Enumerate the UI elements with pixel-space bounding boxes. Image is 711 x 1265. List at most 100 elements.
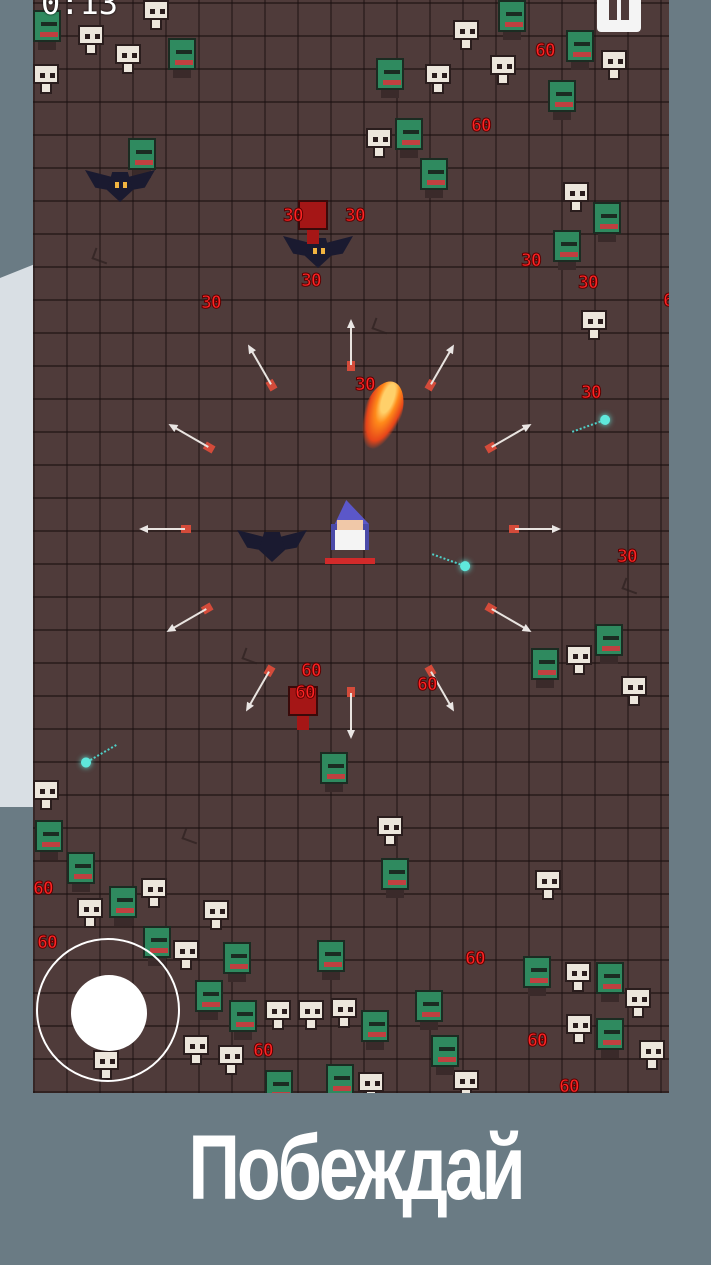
bat-enemy <box>85 166 155 206</box>
damage-number: 60 <box>295 682 317 704</box>
magic-orb-projectile <box>430 548 472 575</box>
damage-number: 30 <box>617 546 639 568</box>
skeleton-enemy <box>33 780 59 810</box>
arrow-projectile <box>424 342 459 392</box>
skeleton-enemy <box>425 64 451 94</box>
damage-number: 60 <box>33 878 54 900</box>
zombie-enemy <box>320 752 348 792</box>
zombie-enemy <box>415 990 443 1030</box>
skeleton-enemy <box>366 128 392 158</box>
floor-crack <box>371 317 391 335</box>
zombie-enemy <box>596 1018 624 1058</box>
zombie-enemy <box>553 230 581 270</box>
magic-orb-projectile <box>78 739 120 771</box>
arrow-projectile <box>244 342 279 392</box>
damage-number: 60 <box>465 948 487 970</box>
skeleton-enemy <box>621 676 647 706</box>
damage-number: 60 <box>663 290 669 312</box>
skeleton-enemy <box>331 998 357 1028</box>
damage-number: 30 <box>521 250 543 272</box>
zombie-enemy <box>67 852 95 892</box>
zombie-enemy <box>593 202 621 242</box>
damage-number: 60 <box>417 674 439 696</box>
magic-orb-projectile <box>570 412 612 439</box>
zombie-enemy <box>595 624 623 664</box>
damage-number: 60 <box>535 40 557 62</box>
skeleton-enemy <box>377 816 403 846</box>
zombie-enemy <box>566 30 594 70</box>
damage-number: 60 <box>559 1076 581 1094</box>
zombie-enemy <box>317 940 345 980</box>
pause-button[interactable] <box>597 0 641 32</box>
arrow-projectile <box>346 319 356 371</box>
damage-number: 60 <box>471 115 493 137</box>
damage-number: 60 <box>37 932 59 954</box>
skeleton-enemy <box>581 310 607 340</box>
arrow-projectile <box>242 664 277 714</box>
damage-number: 30 <box>355 374 377 396</box>
damage-number: 30 <box>301 270 323 292</box>
damage-number: 30 <box>345 205 367 227</box>
zombie-enemy <box>109 886 137 926</box>
game-timer: 0:13 <box>41 0 119 22</box>
skeleton-enemy <box>218 1045 244 1075</box>
floor-crack <box>241 647 261 665</box>
zombie-enemy <box>548 80 576 120</box>
joystick-knob[interactable] <box>71 975 147 1051</box>
damage-number: 60 <box>527 1030 549 1052</box>
zombie-enemy <box>326 1064 354 1093</box>
zombie-enemy <box>596 962 624 1002</box>
skeleton-enemy <box>566 645 592 675</box>
skeleton-enemy <box>563 182 589 212</box>
arrow-projectile <box>484 602 534 637</box>
skeleton-enemy <box>625 988 651 1018</box>
zombie-enemy <box>498 0 526 40</box>
skeleton-enemy <box>358 1072 384 1093</box>
arrow-projectile <box>166 420 216 455</box>
arrow-projectile <box>164 602 214 637</box>
player-wizard <box>325 500 375 564</box>
damage-number: 30 <box>581 382 603 404</box>
skeleton-enemy <box>33 64 59 94</box>
skeleton-enemy <box>298 1000 324 1030</box>
zombie-enemy <box>195 980 223 1020</box>
zombie-enemy <box>431 1035 459 1075</box>
skeleton-enemy <box>143 0 169 30</box>
skeleton-enemy <box>265 1000 291 1030</box>
player-health-bar <box>325 558 375 564</box>
skeleton-enemy <box>141 878 167 908</box>
damage-number: 30 <box>578 272 600 294</box>
zombie-enemy <box>381 858 409 898</box>
skeleton-enemy <box>115 44 141 74</box>
zombie-enemy <box>376 58 404 98</box>
skeleton-enemy <box>453 20 479 50</box>
arrow-projectile <box>346 687 356 739</box>
game-field[interactable]: 30 30 30 60 30 60 30 30 30 30 60 60 60 6… <box>33 0 669 1093</box>
zombie-enemy <box>395 118 423 158</box>
floor-crack <box>91 247 111 265</box>
bat-enemy <box>237 526 307 566</box>
skeleton-enemy <box>565 962 591 992</box>
arrow-projectile <box>139 524 191 534</box>
floor-crack <box>621 577 641 595</box>
damage-number: 30 <box>201 292 223 314</box>
skeleton-enemy <box>566 1014 592 1044</box>
floor-crack <box>181 827 201 845</box>
zombie-enemy <box>168 38 196 78</box>
damage-number: 60 <box>301 660 323 682</box>
skeleton-enemy <box>203 900 229 930</box>
damage-number: 30 <box>283 205 305 227</box>
skeleton-enemy <box>601 50 627 80</box>
zombie-enemy <box>420 158 448 198</box>
zombie-enemy <box>523 956 551 996</box>
arrow-projectile <box>484 420 534 455</box>
zombie-enemy <box>361 1010 389 1050</box>
skeleton-enemy <box>490 55 516 85</box>
skeleton-enemy <box>639 1040 665 1070</box>
skeleton-enemy <box>535 870 561 900</box>
skeleton-enemy <box>173 940 199 970</box>
skeleton-enemy <box>183 1035 209 1065</box>
skeleton-enemy <box>77 898 103 928</box>
zombie-enemy <box>531 648 559 688</box>
damage-number: 60 <box>253 1040 275 1062</box>
